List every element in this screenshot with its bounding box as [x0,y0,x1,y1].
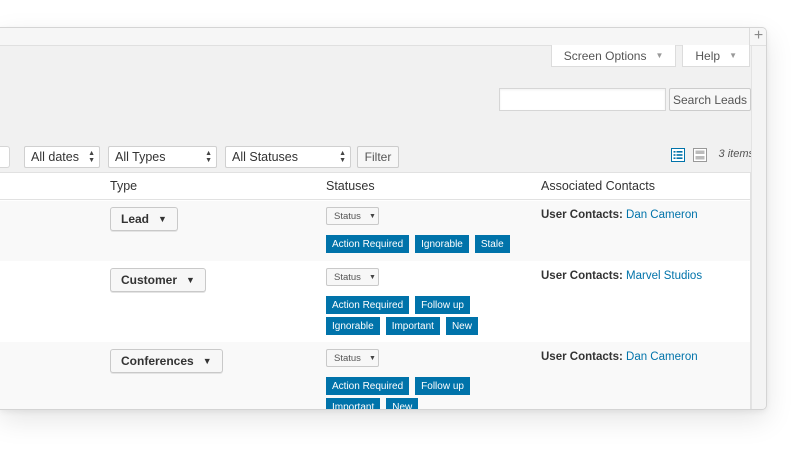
caret-down-icon: ▼ [655,51,664,60]
items-count: 3 items [718,148,754,160]
new-tab-plus-icon[interactable]: + [749,28,766,46]
contact-label: User Contacts: [541,209,623,221]
type-dropdown-button[interactable]: Conferences ▼ [110,349,223,373]
caret-down-icon: ▼ [158,214,167,224]
associated-contacts: User Contacts: Marvel Studios [541,270,702,282]
status-badge[interactable]: New [445,317,478,335]
search-leads-button[interactable]: Search Leads [669,88,751,111]
leads-table: Type Statuses Associated Contacts Lead ▼… [0,172,751,409]
status-badge[interactable]: Follow up [415,296,470,314]
search-input[interactable] [499,88,666,111]
status-badge[interactable]: Important [385,317,440,335]
caret-down-icon: ▼ [368,212,376,220]
types-filter-value: All Types [115,150,166,164]
types-filter-select[interactable]: All Types ▲ ▼ [108,146,217,168]
caret-down-icon: ▼ [729,51,737,60]
table-header: Type Statuses Associated Contacts [0,173,750,200]
type-label: Conferences [121,354,194,368]
status-select[interactable]: Status ▼ [326,207,379,225]
associated-contacts: User Contacts: Dan Cameron [541,209,698,221]
select-arrows-icon: ▲ ▼ [339,150,346,164]
associated-contacts: User Contacts: Dan Cameron [541,351,698,363]
column-header-associated-contacts[interactable]: Associated Contacts [541,179,655,193]
statuses-filter-select[interactable]: All Statuses ▲ ▼ [225,146,351,168]
select-arrows-icon: ▲ ▼ [205,150,212,164]
status-select[interactable]: Status ▼ [326,349,379,367]
browser-window: + Screen Options ▼ Help ▼ Search Leads A… [0,27,767,410]
status-select-label: Status [334,352,361,364]
select-arrows-icon: ▲ ▼ [88,150,95,164]
table-row: Customer ▼ Status ▼ Action Required Foll… [0,261,750,342]
contact-link[interactable]: Dan Cameron [626,351,698,363]
status-badge[interactable]: Ignorable [415,235,469,253]
type-dropdown-button[interactable]: Customer ▼ [110,268,206,292]
type-dropdown-button[interactable]: Lead ▼ [110,207,178,231]
status-badges: Action Required Follow up Ignorable Impo… [326,296,526,335]
contact-label: User Contacts: [541,270,623,282]
caret-down-icon: ▼ [368,354,376,362]
help-label: Help [695,48,721,63]
help-button[interactable]: Help ▼ [682,45,750,67]
excerpt-view-icon[interactable] [693,148,707,162]
screen-options-label: Screen Options [563,48,647,63]
statuses-filter-value: All Statuses [232,150,299,164]
column-header-type[interactable]: Type [110,179,137,193]
status-badge[interactable]: Action Required [326,235,410,253]
status-badge[interactable]: New [386,398,419,409]
contact-link[interactable]: Marvel Studios [626,270,702,282]
status-badge[interactable]: Action Required [326,296,410,314]
stage: + Screen Options ▼ Help ▼ Search Leads A… [0,0,800,450]
status-badge[interactable]: Important [326,398,381,409]
dates-filter-select[interactable]: All dates ▲ ▼ [24,146,100,168]
status-select-label: Status [334,210,361,222]
window-titlebar: + [0,28,766,46]
screen-options-button[interactable]: Screen Options ▼ [550,45,677,67]
table-row: Lead ▼ Status ▼ Action Required Ignorabl… [0,201,750,261]
status-badge[interactable]: Ignorable [326,317,380,335]
dates-filter-value: All dates [31,150,79,164]
status-badges: Action Required Follow up Important New [326,377,526,409]
filter-button[interactable]: Filter [357,146,399,168]
column-header-statuses[interactable]: Statuses [326,179,375,193]
status-badge[interactable]: Follow up [415,377,470,395]
table-row: Conferences ▼ Status ▼ Action Required F… [0,342,750,409]
screen-meta-tabs: Screen Options ▼ Help ▼ [550,45,750,67]
status-badge[interactable]: Action Required [326,377,410,395]
caret-down-icon: ▼ [368,273,376,281]
bulk-actions-select-partial[interactable] [0,146,10,168]
contact-label: User Contacts: [541,351,623,363]
status-badge[interactable]: Stale [474,235,510,253]
vertical-scrollbar[interactable] [751,46,766,409]
caret-down-icon: ▼ [202,356,212,366]
type-label: Customer [121,273,178,287]
contact-link[interactable]: Dan Cameron [626,209,698,221]
status-select[interactable]: Status ▼ [326,268,379,286]
caret-down-icon: ▼ [186,275,195,285]
list-view-icon[interactable] [671,148,685,162]
status-badges: Action Required Ignorable Stale [326,235,526,253]
type-label: Lead [121,212,150,226]
status-select-label: Status [334,271,361,283]
